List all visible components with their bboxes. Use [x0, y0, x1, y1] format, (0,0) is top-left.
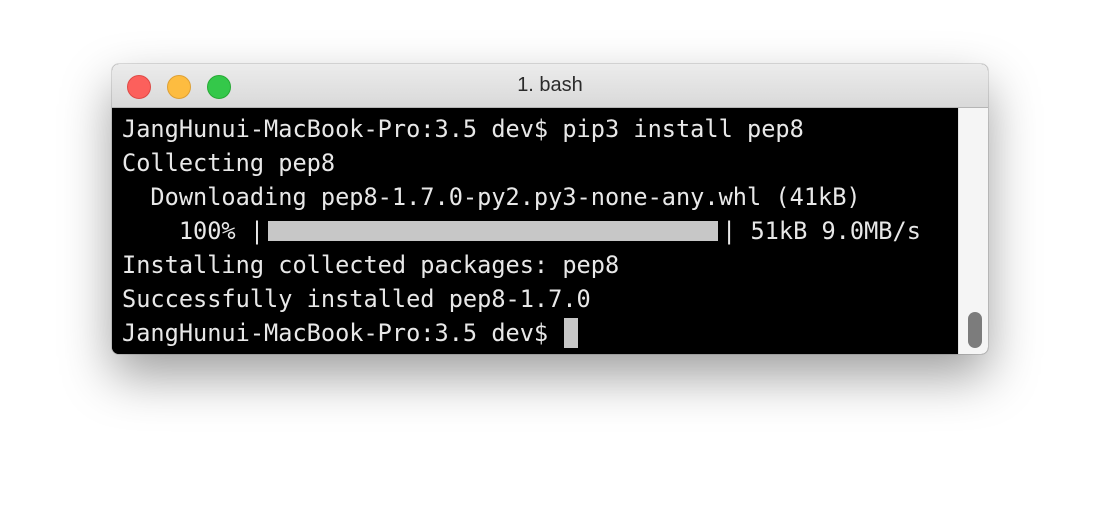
download-progress-fill: [268, 221, 719, 241]
terminal-line-command: JangHunui-MacBook-Pro:3.5 dev$ pip3 inst…: [122, 115, 804, 143]
terminal-window: 1. bash JangHunui-MacBook-Pro:3.5 dev$ p…: [112, 64, 988, 354]
terminal-line-collecting: Collecting pep8: [122, 149, 336, 177]
terminal-output[interactable]: JangHunui-MacBook-Pro:3.5 dev$ pip3 inst…: [112, 108, 958, 354]
shell-prompt: JangHunui-MacBook-Pro:3.5 dev$: [122, 319, 563, 347]
scrollbar-thumb[interactable]: [968, 312, 982, 348]
text-cursor: [564, 318, 579, 348]
vertical-scrollbar[interactable]: [958, 108, 988, 354]
terminal-line-progress: 100% | | 51kB 9.0MB/s: [122, 214, 958, 248]
terminal-line-prompt[interactable]: JangHunui-MacBook-Pro:3.5 dev$: [122, 316, 958, 350]
download-progress-bar: [268, 221, 719, 241]
terminal-line-success: Successfully installed pep8-1.7.0: [122, 285, 591, 313]
progress-prefix: 100% |: [122, 217, 265, 245]
window-title: 1. bash: [517, 74, 583, 96]
title-bar[interactable]: 1. bash: [112, 64, 988, 108]
terminal-line-installing: Installing collected packages: pep8: [122, 251, 620, 279]
progress-suffix: | 51kB 9.0MB/s: [722, 217, 921, 245]
terminal-line-downloading: Downloading pep8-1.7.0-py2.py3-none-any.…: [122, 183, 861, 211]
